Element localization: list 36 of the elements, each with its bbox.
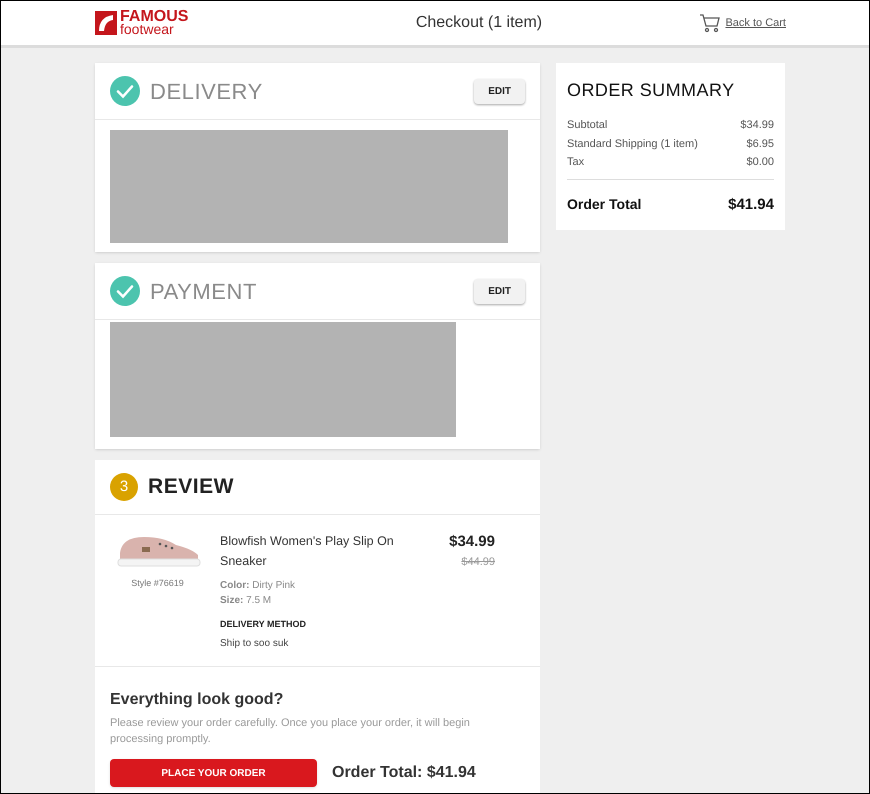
summary-value: $34.99 bbox=[740, 118, 774, 133]
summary-value: $6.95 bbox=[746, 136, 774, 152]
style-number: Style #76619 bbox=[131, 577, 184, 590]
place-order-button[interactable]: PLACE YOUR ORDER bbox=[110, 759, 317, 787]
cart-icon bbox=[699, 13, 722, 33]
section-title: DELIVERY bbox=[150, 78, 263, 106]
step-number: 3 bbox=[110, 473, 138, 501]
summary-value: $0.00 bbox=[746, 155, 774, 170]
checkmark-icon bbox=[110, 76, 140, 106]
summary-label: Subtotal bbox=[567, 118, 608, 133]
logo-subtext: footwear bbox=[120, 23, 174, 35]
product-size: Size: 7.5 M bbox=[220, 594, 272, 608]
page-title: Checkout (1 item) bbox=[416, 13, 542, 33]
sale-price: $34.99 bbox=[449, 532, 495, 552]
summary-label: Tax bbox=[567, 155, 584, 170]
logo-text: FAMOUS bbox=[120, 11, 188, 23]
delivery-method: Ship to soo suk bbox=[220, 636, 290, 650]
product-color: Color: Dirty Pink bbox=[220, 579, 296, 593]
original-price: $44.99 bbox=[461, 554, 495, 570]
section-title: PAYMENT bbox=[150, 278, 257, 306]
back-to-cart-link[interactable]: Back to Cart bbox=[725, 14, 786, 32]
checkmark-icon bbox=[110, 276, 140, 306]
edit-button[interactable]: EDIT bbox=[474, 78, 525, 104]
order-total-text: Order Total: $41.94 bbox=[332, 763, 476, 783]
delivery-method-label: DELIVERY METHOD bbox=[220, 618, 308, 631]
confirm-heading: Everything look good? bbox=[110, 690, 284, 710]
total-value: $41.94 bbox=[728, 194, 774, 214]
total-label: Order Total bbox=[567, 194, 642, 214]
section-title: REVIEW bbox=[148, 474, 234, 500]
product-name: Blowfish Women's Play Slip On Sneaker bbox=[220, 533, 395, 570]
edit-button[interactable]: EDIT bbox=[474, 278, 525, 304]
confirm-text: Please review your order carefully. Once you place your order, it will begin processing promptly. bbox=[110, 716, 471, 747]
logo[interactable]: FAMOUS footwear bbox=[95, 11, 188, 35]
summary-label: Standard Shipping (1 item) bbox=[567, 136, 698, 152]
logo-mark-icon bbox=[95, 11, 117, 35]
summary-title: ORDER SUMMARY bbox=[567, 79, 736, 102]
